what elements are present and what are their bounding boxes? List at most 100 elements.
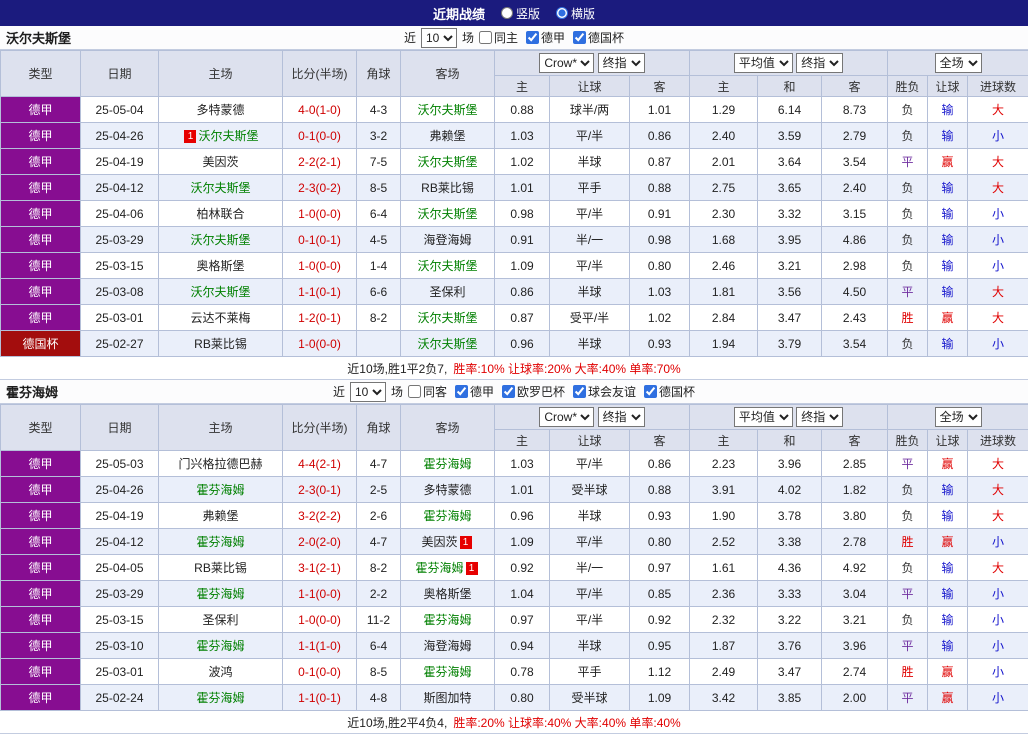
topbar: 近期战绩 竖版 横版 [0,0,1028,26]
match-row: 德甲25-04-19弗赖堡3-2(2-2)2-6霍芬海姆0.96半球0.931.… [1,503,1028,529]
asia-stage-select[interactable]: 终指 [598,407,645,427]
filter-checkbox[interactable]: 德国杯 [573,29,624,46]
sub-goals-result: 进球数 [968,430,1028,451]
euro-draw-odds-cell: 3.96 [758,451,822,477]
euro-home-odds-cell: 2.40 [690,123,758,149]
recent-count-select[interactable]: 10 [421,28,457,48]
filter-checkbox-label: 球会友谊 [588,383,636,400]
team-name: 沃尔夫斯堡 [190,285,250,299]
filter-checkbox-label: 欧罗巴杯 [517,383,565,400]
asia-away-odds-cell: 0.80 [630,253,690,279]
filter-checkbox[interactable]: 欧罗巴杯 [502,383,565,400]
league-cell: 德甲 [1,123,81,149]
col-home: 主场 [159,405,283,451]
home-team-cell: 弗赖堡 [159,503,283,529]
asia-away-odds-cell: 0.97 [630,555,690,581]
result-goals-cell: 大 [968,175,1028,201]
team-name: 斯图加特 [423,691,471,705]
result-outcome-cell: 负 [888,253,928,279]
euro-draw-odds-cell: 3.32 [758,201,822,227]
result-handicap-cell: 输 [928,97,968,123]
sub-asia-handicap: 让球 [550,76,630,97]
filter-checkbox-input[interactable] [573,385,586,398]
away-team-cell: 弗赖堡 [401,123,495,149]
result-outcome-cell: 负 [888,175,928,201]
result-goals-cell: 小 [968,633,1028,659]
euro-draw-odds-cell: 3.78 [758,503,822,529]
euro-stage-select[interactable]: 终指 [796,53,843,73]
home-team-cell: 霍芬海姆 [159,477,283,503]
summary-record: 近10场,胜2平4负4, [347,714,447,731]
corner-cell: 2-2 [357,581,401,607]
layout-option-vertical[interactable]: 竖版 [501,5,540,22]
score-cell: 1-0(0-0) [283,253,357,279]
filter-checkbox-input[interactable] [573,31,586,44]
match-row: 德甲25-03-29霍芬海姆1-1(0-0)2-2奥格斯堡1.04平/半0.85… [1,581,1028,607]
asia-handicap-cell: 平/半 [550,123,630,149]
filter-checkbox-label: 同主 [494,29,518,46]
home-team-cell: 沃尔夫斯堡 [159,175,283,201]
asia-away-odds-cell: 1.01 [630,97,690,123]
recent-count-select[interactable]: 10 [350,382,386,402]
sub-asia-handicap: 让球 [550,430,630,451]
bookmaker-select[interactable]: Crow* [539,53,594,73]
euro-stage-select[interactable]: 终指 [796,407,843,427]
layout-radio-horizontal[interactable] [556,7,568,19]
scope-select[interactable]: 全场 [935,407,982,427]
filter-checkbox[interactable]: 同主 [479,29,518,46]
date-cell: 25-03-15 [81,253,159,279]
match-row: 德甲25-03-15圣保利1-0(0-0)11-2霍芬海姆0.97平/半0.92… [1,607,1028,633]
team-name: 圣保利 [202,613,238,627]
filter-checkbox-input[interactable] [455,385,468,398]
asia-home-odds-cell: 0.86 [495,279,550,305]
asia-home-odds-cell: 0.98 [495,201,550,227]
result-outcome-cell: 平 [888,279,928,305]
result-outcome-cell: 负 [888,201,928,227]
away-team-cell: 沃尔夫斯堡 [401,305,495,331]
average-select[interactable]: 平均值 [734,407,793,427]
average-select[interactable]: 平均值 [734,53,793,73]
asia-home-odds-cell: 1.03 [495,123,550,149]
asia-home-odds-cell: 1.02 [495,149,550,175]
result-handicap-cell: 赢 [928,685,968,711]
euro-home-odds-cell: 1.94 [690,331,758,357]
euro-draw-odds-cell: 3.47 [758,659,822,685]
result-outcome-cell: 胜 [888,305,928,331]
team-name: 海登海姆 [423,233,471,247]
score-cell: 1-1(1-0) [283,633,357,659]
filter-checkbox[interactable]: 同客 [408,383,447,400]
result-handicap-cell: 赢 [928,305,968,331]
layout-option-horizontal[interactable]: 横版 [556,5,595,22]
euro-away-odds-cell: 3.21 [822,607,888,633]
result-group: 全场 [888,51,1028,76]
asia-home-odds-cell: 0.94 [495,633,550,659]
filter-checkbox[interactable]: 球会友谊 [573,383,636,400]
asia-stage-select[interactable]: 终指 [598,53,645,73]
euro-away-odds-cell: 1.82 [822,477,888,503]
filter-checkbox-group: 同主德甲德国杯 [479,29,624,46]
euro-draw-odds-cell: 3.56 [758,279,822,305]
away-team-cell: 多特蒙德 [401,477,495,503]
games-label: 场 [391,383,403,400]
team-name: 沃尔夫斯堡 [198,129,258,143]
filter-checkbox-input[interactable] [644,385,657,398]
filter-checkbox-input[interactable] [408,385,421,398]
date-cell: 25-03-29 [81,227,159,253]
filter-checkbox-input[interactable] [526,31,539,44]
corner-cell: 6-4 [357,201,401,227]
result-outcome-cell: 负 [888,503,928,529]
asia-away-odds-cell: 0.85 [630,581,690,607]
result-handicap-cell: 输 [928,331,968,357]
corner-cell: 4-7 [357,529,401,555]
filter-checkbox-input[interactable] [479,31,492,44]
filter-checkbox-input[interactable] [502,385,515,398]
summary-line: 近10场,胜2平4负4, 胜率:20% 让球率:40% 大率:40% 单率:40… [0,711,1028,734]
match-row: 德甲25-05-04多特蒙德4-0(1-0)4-3沃尔夫斯堡0.88球半/两1.… [1,97,1028,123]
filter-checkbox[interactable]: 德甲 [526,29,565,46]
filter-checkbox[interactable]: 德甲 [455,383,494,400]
scope-select[interactable]: 全场 [935,53,982,73]
filter-checkbox[interactable]: 德国杯 [644,383,695,400]
layout-radio-vertical[interactable] [501,7,513,19]
bookmaker-select[interactable]: Crow* [539,407,594,427]
team-name: 霍芬海姆 [196,691,244,705]
